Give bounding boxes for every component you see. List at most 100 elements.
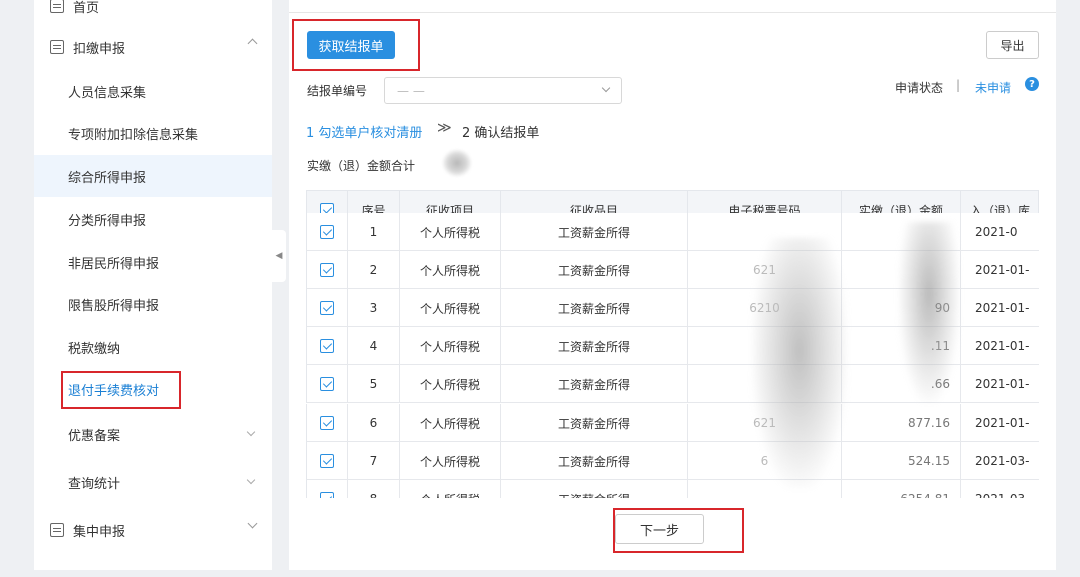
row-select-cell	[307, 213, 348, 251]
home-icon	[50, 0, 64, 13]
records-table: 序号 征收项目 征收品目 电子税票号码 实缴（退）金额 入（退）库 1 个人所得税…	[306, 190, 1039, 498]
cell-seq: 4	[348, 327, 400, 365]
cell-amount	[842, 251, 961, 289]
row-select-cell	[307, 365, 348, 403]
sidebar-item-personnel-info[interactable]: 人员信息采集	[34, 70, 272, 112]
report-no-value: — —	[397, 83, 425, 98]
table-row[interactable]: 2 个人所得税 工资薪金所得 621 2021-01-	[306, 251, 1039, 289]
sidebar-item-restricted-stock[interactable]: 限售股所得申报	[34, 283, 272, 325]
cell-date: 2021-03-	[961, 442, 1039, 480]
step-arrow-icon: ≫	[437, 120, 452, 136]
table-row[interactable]: 3 个人所得税 工资薪金所得 6210 90 2021-01-	[306, 289, 1039, 327]
row-select-cell	[307, 480, 348, 498]
sidebar-item-preferential-filing[interactable]: 优惠备案	[34, 413, 272, 455]
status-value: 未申请	[975, 81, 1012, 95]
cell-project: 个人所得税	[400, 442, 501, 480]
cell-amount: .11	[842, 327, 961, 365]
sidebar-collapse-toggle[interactable]: ◀	[272, 230, 286, 282]
sidebar-item-tax-payment[interactable]: 税款缴纳	[34, 326, 272, 368]
cell-project: 个人所得税	[400, 289, 501, 327]
chevron-left-icon: ◀	[275, 251, 283, 261]
cell-amount: 877.16	[842, 404, 961, 442]
cell-ticket: 6210	[688, 289, 842, 327]
table-row[interactable]: 6 个人所得税 工资薪金所得 621 877.16 2021-01-	[306, 404, 1039, 442]
cell-item: 工资薪金所得	[501, 289, 688, 327]
sidebar-item-refund-fee-check[interactable]: 退付手续费核对	[34, 368, 272, 410]
chevron-down-icon	[247, 518, 258, 529]
sidebar-item-label: 查询统计	[68, 476, 121, 492]
row-checkbox[interactable]	[320, 492, 334, 498]
table-row[interactable]: 4 个人所得税 工资薪金所得 .11 2021-01-	[306, 327, 1039, 365]
cell-ticket	[688, 327, 842, 365]
row-select-cell	[307, 289, 348, 327]
chevron-up-icon	[247, 38, 258, 49]
report-no-label: 结报单编号	[307, 84, 368, 98]
cell-date: 2021-01-	[961, 404, 1039, 442]
row-checkbox[interactable]	[320, 263, 334, 277]
sidebar-item-special-deduction[interactable]: 专项附加扣除信息采集	[34, 112, 272, 154]
cell-item: 工资薪金所得	[501, 213, 688, 251]
row-checkbox[interactable]	[320, 339, 334, 353]
export-button[interactable]: 导出	[986, 31, 1039, 59]
document-icon	[50, 40, 64, 54]
main-panel: 获取结报单 导出 结报单编号 — — 申请状态 | 未申请 ? 1 勾选单户核对…	[289, 0, 1056, 570]
table-row[interactable]: 1 个人所得税 工资薪金所得 2021-0	[306, 213, 1039, 251]
row-checkbox[interactable]	[320, 454, 334, 468]
cell-seq: 7	[348, 442, 400, 480]
cell-ticket: 621	[688, 251, 842, 289]
sidebar-item-label: 综合所得申报	[68, 170, 147, 186]
row-checkbox[interactable]	[320, 377, 334, 391]
row-select-cell	[307, 442, 348, 480]
cell-seq: 6	[348, 404, 400, 442]
sidebar-item-classified-income[interactable]: 分类所得申报	[34, 198, 272, 240]
step-1[interactable]: 1 勾选单户核对清册	[306, 122, 422, 141]
sidebar-item-label: 退付手续费核对	[68, 383, 160, 399]
cell-amount: 524.15	[842, 442, 961, 480]
cell-seq: 3	[348, 289, 400, 327]
row-checkbox[interactable]	[320, 301, 334, 315]
cell-seq: 2	[348, 251, 400, 289]
cell-project: 个人所得税	[400, 251, 501, 289]
sidebar-group-withholding[interactable]: 扣缴申报	[34, 27, 272, 67]
cell-date: 2021-01-	[961, 365, 1039, 403]
redacted-total	[442, 149, 472, 177]
cell-ticket	[688, 365, 842, 403]
chevron-down-icon	[246, 427, 256, 437]
fetch-report-button[interactable]: 获取结报单	[307, 31, 395, 59]
sidebar-item-label: 分类所得申报	[68, 213, 147, 229]
cell-amount: 90	[842, 289, 961, 327]
cell-date: 2021-01-	[961, 327, 1039, 365]
sidebar-group-centralized[interactable]: 集中申报	[34, 510, 272, 550]
table-row[interactable]: 7 个人所得税 工资薪金所得 6 524.15 2021-03-	[306, 442, 1039, 480]
sidebar-item-label: 人员信息采集	[68, 85, 147, 101]
chevron-down-icon	[601, 83, 611, 93]
row-checkbox[interactable]	[320, 416, 334, 430]
help-icon[interactable]: ?	[1025, 77, 1039, 91]
row-select-cell	[307, 404, 348, 442]
next-step-button[interactable]: 下一步	[615, 514, 704, 544]
sidebar-item-home[interactable]: 首页	[34, 0, 272, 26]
cell-ticket	[688, 213, 842, 251]
sidebar-item-label: 专项附加扣除信息采集	[68, 127, 199, 143]
row-checkbox[interactable]	[320, 225, 334, 239]
sidebar-item-nonresident-income[interactable]: 非居民所得申报	[34, 241, 272, 283]
cell-item: 工资薪金所得	[501, 404, 688, 442]
cell-item: 工资薪金所得	[501, 442, 688, 480]
cell-item: 工资薪金所得	[501, 365, 688, 403]
cell-project: 个人所得税	[400, 327, 501, 365]
sidebar-item-comprehensive-income[interactable]: 综合所得申报	[34, 155, 272, 197]
cell-seq: 1	[348, 213, 400, 251]
sidebar-item-label: 非居民所得申报	[68, 256, 160, 272]
cell-seq: 8	[348, 480, 400, 498]
report-no-select[interactable]: — —	[384, 77, 622, 104]
table-row[interactable]: 8个人所得税工资薪金所得 6254.812021-03	[306, 480, 1039, 498]
cell-date: 2021-01-	[961, 289, 1039, 327]
monitor-icon	[50, 523, 64, 537]
table-row[interactable]: 5 个人所得税 工资薪金所得 .66 2021-01-	[306, 365, 1039, 403]
cell-amount: .66	[842, 365, 961, 403]
cell-project: 个人所得税	[400, 365, 501, 403]
sidebar-item-label: 税款缴纳	[68, 341, 121, 357]
cell-date: 2021-0	[961, 213, 1039, 251]
sidebar-group-label: 扣缴申报	[73, 41, 126, 57]
sidebar-item-query-stats[interactable]: 查询统计	[34, 461, 272, 503]
